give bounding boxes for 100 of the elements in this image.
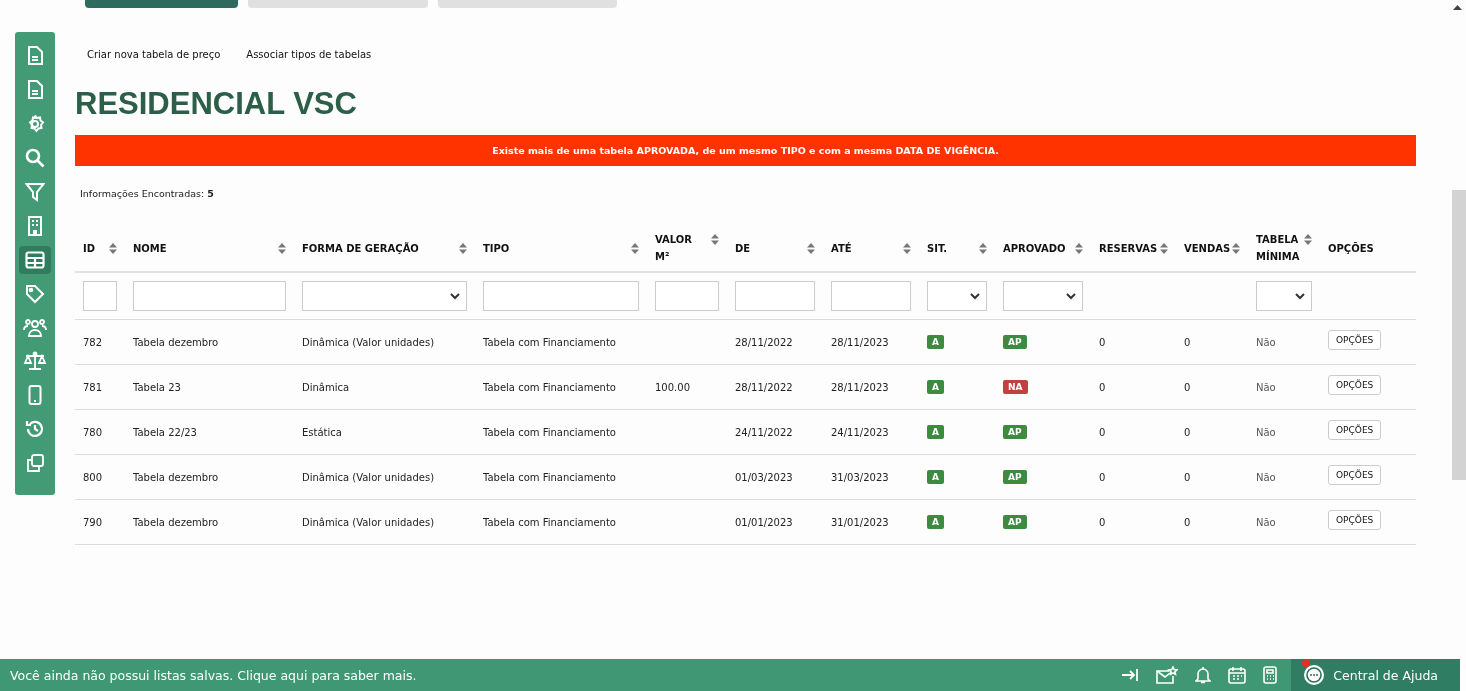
- sort-icon[interactable]: [631, 242, 639, 254]
- table-cell: Não: [1256, 471, 1276, 483]
- options-button[interactable]: OPÇÕES: [1328, 420, 1382, 440]
- mail-star-icon[interactable]: [1156, 666, 1179, 684]
- column-header: ATÉ: [831, 241, 852, 256]
- table-cell: 0: [1099, 426, 1106, 438]
- options-button[interactable]: OPÇÕES: [1328, 510, 1382, 530]
- column-header: SIT.: [927, 241, 948, 256]
- column-header: APROVADO: [1003, 241, 1066, 256]
- status-badge: A: [927, 380, 944, 394]
- table-cell: Tabela 23: [133, 381, 181, 393]
- table-cell: 24/11/2023: [831, 426, 889, 438]
- table-cell: 100.00: [655, 381, 690, 393]
- sidebar-item[interactable]: [19, 245, 51, 274]
- calculator-icon[interactable]: [1263, 666, 1278, 684]
- filter-field[interactable]: [83, 281, 117, 311]
- sort-icon[interactable]: [1160, 242, 1168, 254]
- scales-icon: [23, 351, 47, 372]
- column-header: RESERVAS: [1099, 241, 1158, 256]
- table-cell: 780: [83, 426, 103, 438]
- filter-field[interactable]: [831, 281, 911, 311]
- table-cell: 0: [1184, 471, 1191, 483]
- table-cell: 0: [1099, 381, 1106, 393]
- table-cell: 0: [1184, 516, 1191, 528]
- sort-icon[interactable]: [903, 242, 911, 254]
- column-header: NOME: [133, 241, 167, 256]
- calendar-icon[interactable]: [1228, 666, 1247, 684]
- tag-icon: [25, 283, 45, 304]
- sort-icon[interactable]: [711, 234, 719, 245]
- table-cell: Tabela com Financiamento: [483, 381, 616, 393]
- table-cell: 28/11/2022: [735, 381, 793, 393]
- scroll-up-icon[interactable]: [1453, 5, 1462, 10]
- table-cell: Não: [1256, 426, 1276, 438]
- sort-icon[interactable]: [1304, 234, 1312, 245]
- filter-field[interactable]: [655, 281, 719, 311]
- table-cell: 24/11/2022: [735, 426, 793, 438]
- column-header: VENDAS: [1184, 241, 1231, 256]
- sort-icon[interactable]: [1075, 242, 1083, 254]
- table-cell: Tabela com Financiamento: [483, 516, 616, 528]
- table-cell: 28/11/2023: [831, 336, 889, 348]
- column-header: VALOR M²: [655, 233, 694, 264]
- options-button[interactable]: OPÇÕES: [1328, 330, 1382, 350]
- chevron-down-icon: [970, 292, 980, 300]
- filter-field[interactable]: [133, 281, 286, 311]
- table-cell: Não: [1256, 516, 1276, 528]
- chevron-down-icon: [450, 292, 460, 300]
- column-header: TABELA MÍNIMA: [1256, 233, 1301, 264]
- sort-icon[interactable]: [109, 242, 117, 254]
- table-cell: 28/11/2023: [831, 381, 889, 393]
- document-icon: [27, 80, 43, 101]
- sort-icon[interactable]: [1232, 242, 1240, 254]
- sort-icon[interactable]: [979, 242, 987, 254]
- options-button[interactable]: OPÇÕES: [1328, 465, 1382, 485]
- history-icon: [25, 419, 45, 440]
- status-badge: A: [927, 515, 944, 529]
- column-header: DE: [735, 241, 751, 256]
- filter-field[interactable]: [483, 281, 639, 311]
- sort-icon[interactable]: [278, 242, 286, 254]
- table-cell: 782: [83, 336, 103, 348]
- table-cell: Não: [1256, 381, 1276, 393]
- link[interactable]: Associar tipos de tabelas: [246, 49, 372, 60]
- chevron-down-icon: [1295, 292, 1305, 300]
- table-cell: 01/03/2023: [735, 471, 793, 483]
- table-cell: 0: [1184, 336, 1191, 348]
- copy-icon: [25, 453, 45, 474]
- people-icon: [23, 317, 47, 338]
- sort-icon[interactable]: [807, 242, 815, 254]
- bell-icon[interactable]: [1195, 666, 1212, 684]
- table-cell: Estática: [302, 426, 342, 438]
- column-header: FORMA DE GERAÇÃO: [302, 241, 419, 256]
- approval-badge: AP: [1003, 470, 1027, 484]
- arrow-to-line-icon[interactable]: [1121, 668, 1140, 682]
- table-cell: Tabela com Financiamento: [483, 336, 616, 348]
- table-cell: 31/03/2023: [831, 471, 889, 483]
- approval-badge: NA: [1003, 380, 1028, 394]
- table-cell: Dinâmica: [302, 381, 350, 393]
- footer-link[interactable]: Você ainda não possui listas salvas. Clique aqui para saber mais.: [10, 667, 417, 683]
- alert-text: Existe mais de uma tabela APROVADA, de um mesmo TIPO e com a mesma DATA DE VIGÊNCIA.: [492, 145, 999, 156]
- table-cell: Tabela 22/23: [133, 426, 197, 438]
- options-button[interactable]: OPÇÕES: [1328, 375, 1382, 395]
- table-cell: 790: [83, 516, 103, 528]
- link[interactable]: Criar nova tabela de preço: [87, 49, 221, 60]
- table-cell: 800: [83, 471, 103, 483]
- column-header: OPÇÕES: [1328, 241, 1374, 256]
- help-center-button[interactable]: Central de Ajuda: [1291, 659, 1460, 691]
- filter-icon: [25, 181, 45, 202]
- table-cell: Dinâmica (Valor unidades): [302, 471, 435, 483]
- table-cell: 0: [1184, 381, 1191, 393]
- building-icon: [27, 215, 43, 236]
- sort-icon[interactable]: [459, 242, 467, 254]
- status-badge: A: [927, 335, 944, 349]
- scrollbar-thumb[interactable]: [1452, 190, 1466, 480]
- search-icon: [25, 147, 45, 168]
- table-cell: 28/11/2022: [735, 336, 793, 348]
- table-cell: Tabela dezembro: [133, 336, 219, 348]
- page-title: RESIDENCIAL VSC: [75, 85, 358, 123]
- filter-field[interactable]: [735, 281, 815, 311]
- results-count: 5: [207, 188, 214, 199]
- approval-badge: AP: [1003, 515, 1027, 529]
- table-cell: Dinâmica (Valor unidades): [302, 516, 435, 528]
